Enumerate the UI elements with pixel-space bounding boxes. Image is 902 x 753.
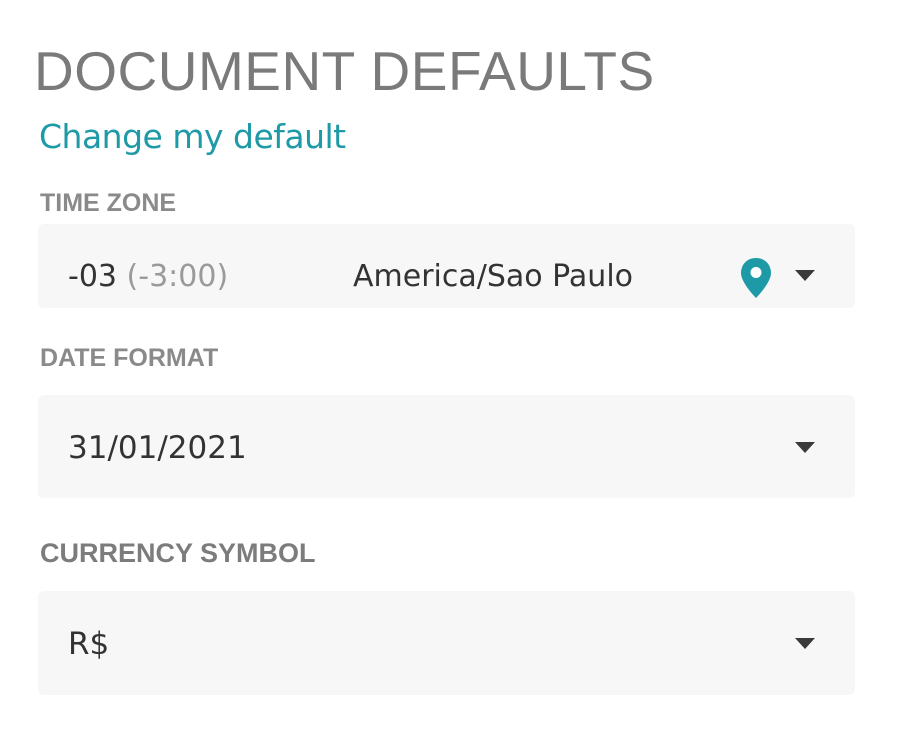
currency-symbol-select[interactable]: R$ — [38, 591, 855, 695]
time-zone-label: TIME ZONE — [40, 189, 177, 217]
chevron-down-icon[interactable] — [795, 638, 815, 649]
date-format-select[interactable]: 31/01/2021 — [38, 395, 855, 498]
change-default-link[interactable]: Change my default — [39, 115, 346, 159]
location-pin-icon[interactable] — [739, 257, 773, 299]
date-format-label: DATE FORMAT — [40, 344, 219, 372]
currency-symbol-value: R$ — [68, 626, 110, 662]
time-zone-name: America/Sao Paulo — [353, 259, 634, 294]
date-format-value: 31/01/2021 — [68, 430, 247, 466]
time-zone-select[interactable]: -03 (-3:00) America/Sao Paulo — [38, 224, 855, 308]
page-title: DOCUMENT DEFAULTS — [34, 40, 655, 102]
time-zone-offset-detail: (-3:00) — [126, 259, 229, 294]
chevron-down-icon[interactable] — [795, 442, 815, 453]
time-zone-offset: -03 (-3:00) — [68, 259, 229, 294]
currency-symbol-label: CURRENCY SYMBOL — [40, 538, 316, 568]
chevron-down-icon[interactable] — [795, 270, 815, 281]
